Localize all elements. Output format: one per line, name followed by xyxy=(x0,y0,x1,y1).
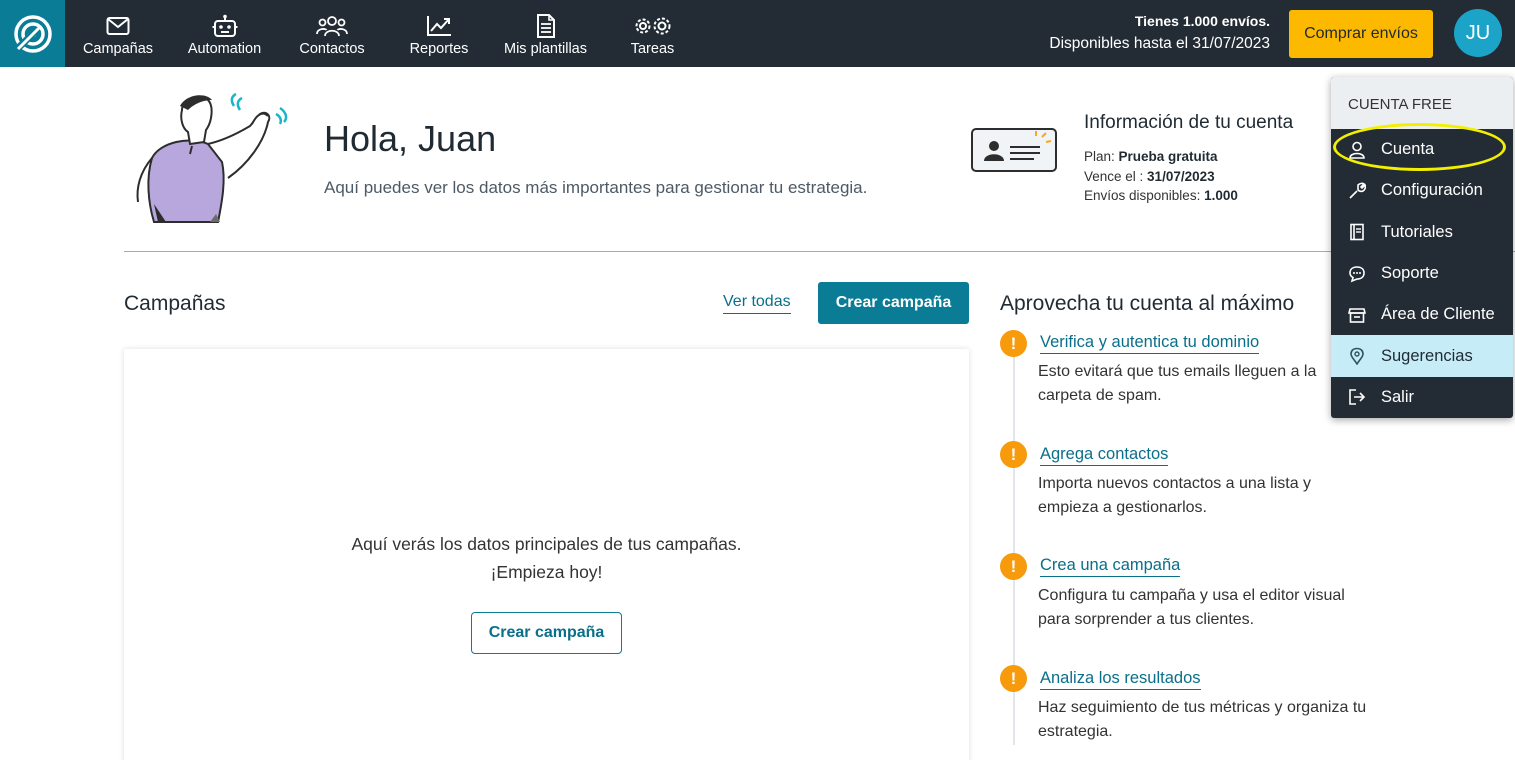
menu-header: CUENTA FREE xyxy=(1331,77,1513,129)
robot-icon xyxy=(212,14,238,38)
credits-expiry: Disponibles hasta el 31/07/2023 xyxy=(1049,35,1270,52)
tip-link-add-contacts[interactable]: Agrega contactos xyxy=(1040,445,1169,466)
store-icon xyxy=(1347,305,1367,325)
waving-person-illustration xyxy=(130,92,295,228)
expires-label: Vence el : xyxy=(1084,169,1148,184)
nav-contactos[interactable]: Contactos xyxy=(295,0,369,67)
menu-item-sugerencias[interactable]: Sugerencias xyxy=(1331,335,1513,377)
menu-item-label: Soporte xyxy=(1381,264,1439,283)
book-icon xyxy=(1347,222,1367,242)
top-navbar: Campañas Automation Contactos Reportes M… xyxy=(0,0,1515,67)
wrench-icon xyxy=(1347,181,1367,201)
tip-description: Configura tu campaña y usa el editor vis… xyxy=(1038,587,1345,628)
template-icon xyxy=(536,14,556,38)
nav-automation[interactable]: Automation xyxy=(181,0,268,67)
campaigns-empty-card: Aquí verás los datos principales de tus … xyxy=(124,349,969,760)
nav-label: Contactos xyxy=(299,41,365,57)
chart-icon xyxy=(426,14,452,38)
account-dropdown-menu: CUENTA FREE Cuenta Configuración Tutoria… xyxy=(1331,77,1513,418)
tip-description: Importa nuevos contactos a una lista y e… xyxy=(1038,475,1312,516)
menu-item-salir[interactable]: Salir xyxy=(1331,377,1513,418)
tips-title: Aprovecha tu cuenta al máximo xyxy=(1000,292,1295,315)
envelope-icon xyxy=(106,14,130,38)
page-title: Hola, Juan xyxy=(324,118,497,159)
sends-label: Envíos disponibles: xyxy=(1084,188,1205,203)
alert-icon: ! xyxy=(1000,665,1027,692)
nav-reportes[interactable]: Reportes xyxy=(404,0,474,67)
campaigns-title: Campañas xyxy=(124,292,226,315)
tip-link-analyze-results[interactable]: Analiza los resultados xyxy=(1040,669,1201,690)
expires-value: 31/07/2023 xyxy=(1147,169,1215,184)
lightbulb-icon xyxy=(1347,346,1367,366)
see-all-link[interactable]: Ver todas xyxy=(723,293,791,314)
menu-item-cuenta[interactable]: Cuenta xyxy=(1331,129,1513,170)
empty-create-campaign-button[interactable]: Crear campaña xyxy=(471,612,622,654)
tip-link-create-campaign[interactable]: Crea una campaña xyxy=(1040,556,1181,577)
gears-icon xyxy=(633,14,673,38)
nav-label: Campañas xyxy=(82,41,154,57)
nav-label: Tareas xyxy=(630,41,675,57)
sends-value: 1.000 xyxy=(1204,188,1238,203)
app-logo[interactable] xyxy=(0,0,65,67)
users-icon xyxy=(316,14,348,38)
tip-description: Esto evitará que tus emails lleguen a la… xyxy=(1038,363,1317,404)
menu-item-label: Área de Cliente xyxy=(1381,305,1495,324)
menu-item-label: Salir xyxy=(1381,387,1415,406)
account-plan: Plan: Prueba gratuita xyxy=(1084,149,1218,164)
menu-item-label: Configuración xyxy=(1381,181,1483,200)
empty-state-cta-text: ¡Empieza hoy! xyxy=(490,562,603,582)
plan-value: Prueba gratuita xyxy=(1118,149,1218,164)
avatar[interactable]: JU xyxy=(1454,9,1502,57)
nav-tareas[interactable]: Tareas xyxy=(625,0,680,67)
menu-item-label: Sugerencias xyxy=(1381,346,1473,365)
empty-state-text: Aquí verás los datos principales de tus … xyxy=(351,534,742,554)
user-icon xyxy=(1347,140,1367,160)
tip-link-verify-domain[interactable]: Verifica y autentica tu dominio xyxy=(1040,333,1260,354)
nav-mis-plantillas[interactable]: Mis plantillas xyxy=(497,0,594,67)
account-sends: Envíos disponibles: 1.000 xyxy=(1084,188,1238,203)
nav-label: Reportes xyxy=(409,41,469,57)
menu-item-label: Tutoriales xyxy=(1381,222,1453,241)
credits-count: Tienes 1.000 envíos. xyxy=(1134,13,1270,29)
alert-icon: ! xyxy=(1000,441,1027,468)
credits-info: Tienes 1.000 envíos. Disponibles hasta e… xyxy=(1049,13,1270,53)
menu-item-configuracion[interactable]: Configuración xyxy=(1331,170,1513,211)
alert-icon: ! xyxy=(1000,330,1027,357)
id-card-icon xyxy=(970,127,1058,173)
alert-icon: ! xyxy=(1000,553,1027,580)
nav-campanas[interactable]: Campañas xyxy=(80,0,156,67)
plan-label: Plan: xyxy=(1084,149,1119,164)
section-divider xyxy=(124,251,1515,252)
menu-item-soporte[interactable]: Soporte xyxy=(1331,253,1513,294)
nav-label: Mis plantillas xyxy=(504,41,587,57)
menu-item-area-cliente[interactable]: Área de Cliente xyxy=(1331,294,1513,335)
nav-label: Automation xyxy=(187,41,262,57)
account-info-title: Información de tu cuenta xyxy=(1084,112,1294,133)
logout-icon xyxy=(1347,387,1367,407)
account-expiry: Vence el : 31/07/2023 xyxy=(1084,169,1215,184)
create-campaign-button[interactable]: Crear campaña xyxy=(818,282,969,324)
menu-item-tutoriales[interactable]: Tutoriales xyxy=(1331,212,1513,253)
page-subtitle: Aquí puedes ver los datos más importante… xyxy=(324,178,868,197)
logo-icon xyxy=(13,14,52,53)
menu-item-label: Cuenta xyxy=(1381,140,1435,159)
buy-sends-button[interactable]: Comprar envíos xyxy=(1289,10,1433,58)
tip-description: Haz seguimiento de tus métricas y organi… xyxy=(1038,699,1367,740)
chat-icon xyxy=(1347,264,1367,284)
